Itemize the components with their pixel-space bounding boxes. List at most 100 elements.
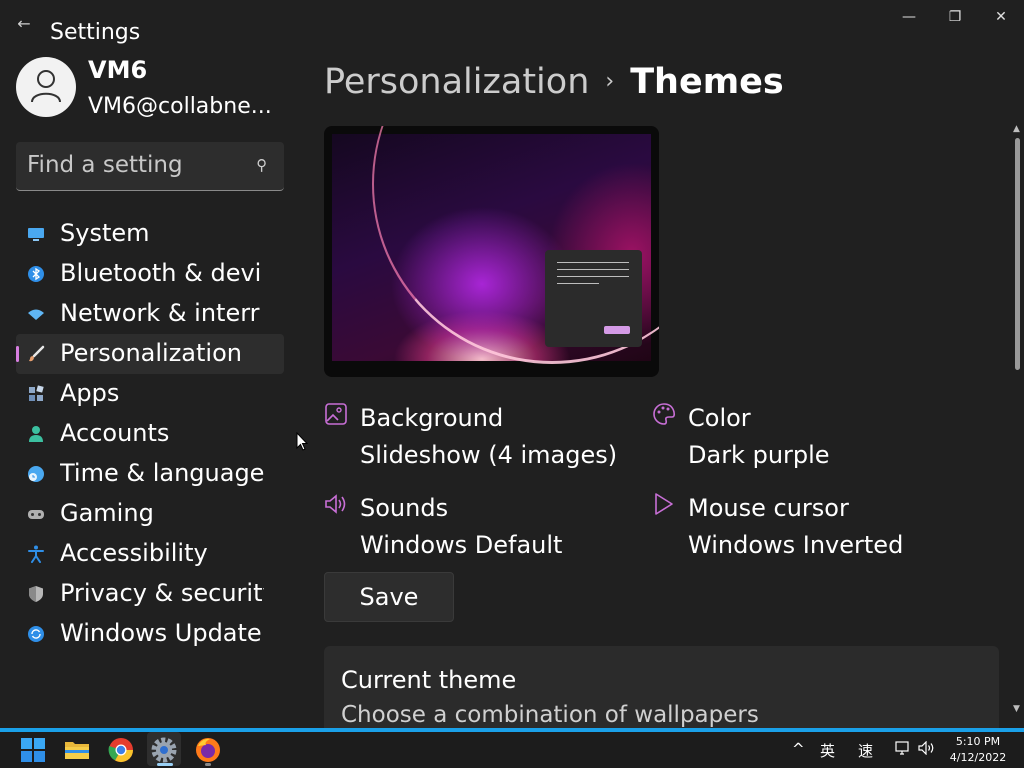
sidebar-item-label: Network & interr — [60, 299, 260, 327]
background-title: Background — [360, 404, 504, 432]
sidebar-item-label: Windows Update — [60, 619, 262, 647]
background-setting[interactable]: Background Slideshow (4 images) — [324, 402, 624, 482]
preview-window — [545, 250, 642, 347]
current-theme-title: Current theme — [341, 666, 517, 694]
scrollbar-thumb[interactable] — [1015, 138, 1020, 370]
speaker-icon — [325, 494, 346, 514]
user-name: VM6 — [88, 56, 148, 84]
breadcrumb-parent[interactable]: Personalization — [324, 62, 589, 102]
background-value: Slideshow (4 images) — [360, 441, 618, 469]
close-button[interactable]: ✕ — [978, 4, 1024, 30]
sidebar-item-label: Privacy & security — [60, 579, 264, 607]
user-account[interactable]: VM6 VM6@collabne... — [16, 56, 286, 120]
chrome-icon[interactable] — [107, 736, 135, 764]
settings-icon[interactable] — [150, 736, 178, 764]
sidebar-item-label: Bluetooth & devi — [60, 259, 262, 287]
file-explorer-icon[interactable] — [63, 736, 91, 764]
clock-date: 4/12/2022 — [949, 751, 1007, 764]
color-value: Dark purple — [688, 441, 830, 469]
cursor-icon — [655, 493, 673, 515]
theme-preview — [324, 126, 659, 377]
maximize-button[interactable]: ❐ — [932, 4, 978, 30]
minimize-icon: — — [902, 9, 916, 25]
wifi-icon — [28, 309, 44, 320]
back-arrow-icon: ← — [17, 14, 31, 33]
preview-button — [604, 326, 630, 334]
avatar — [16, 57, 76, 117]
update-icon — [28, 626, 44, 642]
show-hidden-icons-chevron-icon[interactable]: ^ — [792, 740, 805, 758]
minimize-button[interactable]: — — [886, 4, 932, 30]
clock-time: 5:10 PM — [955, 735, 1001, 748]
sounds-setting[interactable]: Sounds Windows Default — [324, 492, 624, 572]
search-placeholder: Find a setting — [27, 152, 183, 178]
restore-icon: ❐ — [948, 9, 962, 25]
sidebar-item-label: Apps — [60, 379, 120, 407]
running-app-indicator — [205, 763, 211, 766]
settings-window: ← Settings — ❐ ✕ VM6 VM6@collabne... Fin… — [0, 0, 1024, 728]
accessibility-icon — [28, 545, 44, 563]
mouse-pointer-icon — [296, 432, 308, 451]
bluetooth-icon — [28, 266, 44, 282]
paintbrush-icon — [29, 345, 45, 362]
taskbar-clock[interactable]: 5:10 PM 4/12/2022 — [946, 734, 1010, 766]
color-title: Color — [688, 404, 751, 432]
sidebar-item-windows-update[interactable]: Windows Update — [16, 614, 284, 654]
sidebar-item-label: Gaming — [60, 499, 154, 527]
search-input[interactable]: Find a setting ⚲ — [16, 142, 284, 191]
sidebar-item-accounts[interactable]: Accounts — [16, 414, 284, 454]
sidebar-nav: System Bluetooth & devi Network & interr… — [16, 214, 284, 654]
sidebar-item-apps[interactable]: Apps — [16, 374, 284, 414]
app-title: Settings — [50, 20, 141, 45]
image-icon — [325, 403, 347, 425]
sidebar-item-label: Personalization — [60, 339, 242, 367]
clock-globe-icon — [28, 466, 44, 482]
scroll-down-icon[interactable]: ▼ — [1013, 704, 1020, 714]
sidebar-item-system[interactable]: System — [16, 214, 284, 254]
mouse-cursor-title: Mouse cursor — [688, 494, 849, 522]
current-theme-description: Choose a combination of wallpapers — [341, 702, 759, 728]
sidebar-item-label: Accessibility — [60, 539, 208, 567]
sidebar-item-label: System — [60, 219, 150, 247]
chevron-right-icon: › — [605, 69, 615, 94]
sidebar-item-privacy-security[interactable]: Privacy & security — [16, 574, 284, 614]
network-icon[interactable] — [895, 741, 911, 755]
close-icon: ✕ — [995, 9, 1007, 25]
active-app-indicator — [157, 763, 173, 766]
sounds-value: Windows Default — [360, 531, 563, 559]
active-indicator — [16, 346, 19, 362]
sidebar-item-personalization[interactable]: Personalization — [16, 334, 284, 374]
ime-mode-indicator[interactable]: 速 — [858, 740, 873, 761]
mouse-cursor-value: Windows Inverted — [688, 531, 904, 559]
volume-icon[interactable] — [918, 741, 936, 755]
sidebar-item-network[interactable]: Network & interr — [16, 294, 284, 334]
firefox-icon[interactable] — [194, 736, 222, 764]
apps-icon — [29, 385, 44, 401]
back-button[interactable]: ← — [12, 12, 36, 36]
breadcrumb: Personalization › Themes — [324, 62, 784, 106]
sidebar-item-label: Time & language — [60, 459, 264, 487]
shield-icon — [29, 586, 43, 602]
sidebar-item-accessibility[interactable]: Accessibility — [16, 534, 284, 574]
taskbar: ^ 英 速 5:10 PM 4/12/2022 — [0, 728, 1024, 768]
sidebar-item-bluetooth[interactable]: Bluetooth & devi — [16, 254, 284, 294]
person-icon — [31, 70, 61, 103]
search-icon: ⚲ — [256, 156, 267, 174]
gamepad-icon — [28, 510, 44, 519]
current-theme-card[interactable]: Current theme Choose a combination of wa… — [324, 646, 999, 728]
vertical-scrollbar[interactable]: ▲ ▼ — [1012, 124, 1022, 720]
scroll-up-icon[interactable]: ▲ — [1013, 124, 1020, 134]
palette-icon — [653, 403, 676, 425]
person-icon — [29, 426, 43, 442]
mouse-cursor-setting[interactable]: Mouse cursor Windows Inverted — [652, 492, 952, 572]
user-email: VM6@collabne... — [88, 94, 272, 119]
sidebar-item-label: Accounts — [60, 419, 170, 447]
color-setting[interactable]: Color Dark purple — [652, 402, 952, 482]
sidebar-item-gaming[interactable]: Gaming — [16, 494, 284, 534]
windows-start-icon[interactable] — [19, 736, 47, 764]
page-title: Themes — [630, 62, 784, 102]
save-button[interactable]: Save — [324, 572, 454, 622]
monitor-icon — [28, 228, 44, 241]
ime-language-indicator[interactable]: 英 — [820, 740, 835, 761]
sidebar-item-time-language[interactable]: Time & language — [16, 454, 284, 494]
